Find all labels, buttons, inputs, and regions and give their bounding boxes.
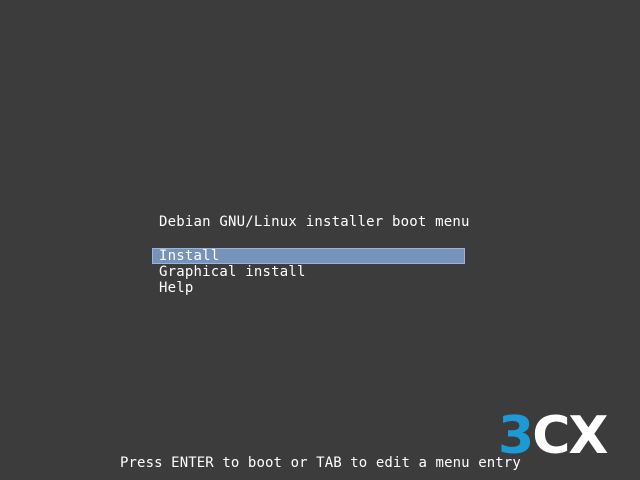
boot-menu: Install Graphical install Help <box>152 248 465 296</box>
boot-hint: Press ENTER to boot or TAB to edit a men… <box>120 455 521 471</box>
boot-menu-title: Debian GNU/Linux installer boot menu <box>159 214 470 230</box>
3cx-logo-letters: CX <box>532 412 608 464</box>
menu-item-help[interactable]: Help <box>152 280 465 296</box>
menu-item-install[interactable]: Install <box>152 248 465 264</box>
boot-screen: Debian GNU/Linux installer boot menu Ins… <box>0 0 640 480</box>
menu-item-graphical-install[interactable]: Graphical install <box>152 264 465 280</box>
